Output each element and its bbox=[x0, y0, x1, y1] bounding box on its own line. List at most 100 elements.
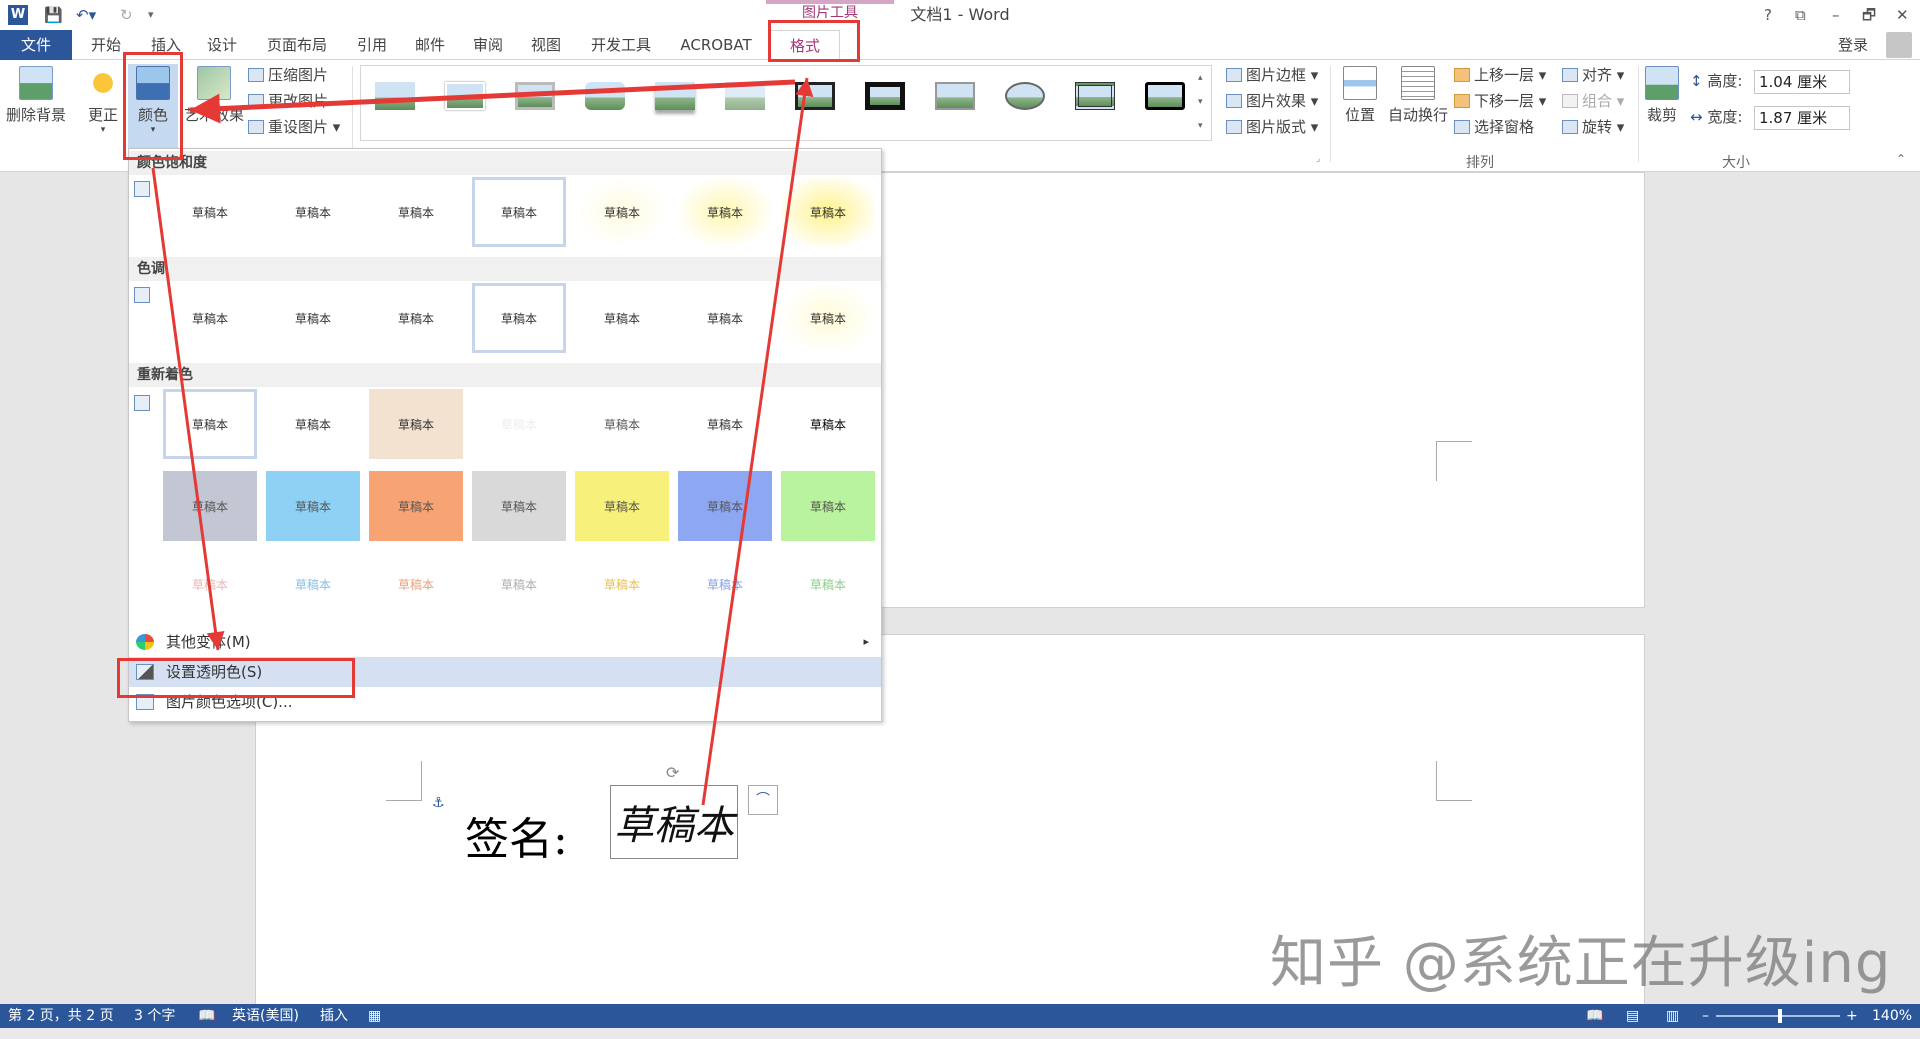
read-mode-icon[interactable]: 📖 bbox=[1586, 1004, 1603, 1028]
tab-home[interactable]: 开始 bbox=[84, 30, 128, 60]
picture-styles-gallery[interactable] bbox=[360, 65, 1212, 141]
recolor-swatch[interactable]: 草稿本 bbox=[163, 389, 257, 459]
recolor-swatch[interactable]: 草稿本 bbox=[575, 471, 669, 541]
recolor-swatch[interactable]: 草稿本 bbox=[575, 389, 669, 459]
recolor-swatch[interactable]: 草稿本 bbox=[472, 549, 566, 619]
recolor-swatch[interactable]: 草稿本 bbox=[266, 471, 360, 541]
saturation-swatch[interactable]: 草稿本 bbox=[575, 177, 669, 247]
customize-qat-icon[interactable]: ▾ bbox=[148, 4, 154, 26]
remove-background-button[interactable]: 删除背景 bbox=[4, 66, 68, 125]
selection-pane-button[interactable]: 选择窗格 bbox=[1454, 116, 1534, 138]
tone-swatch[interactable]: 草稿本 bbox=[472, 283, 566, 353]
bring-forward-button[interactable]: 上移一层 ▾ bbox=[1454, 64, 1546, 86]
picture-style-thumb[interactable] bbox=[651, 78, 699, 118]
web-layout-icon[interactable]: ▥ bbox=[1666, 1004, 1679, 1028]
send-backward-button[interactable]: 下移一层 ▾ bbox=[1454, 90, 1546, 112]
picture-style-thumb[interactable] bbox=[511, 78, 559, 118]
tone-swatch[interactable]: 草稿本 bbox=[369, 283, 463, 353]
zoom-out-icon[interactable]: – bbox=[1702, 1004, 1709, 1028]
recolor-swatch[interactable]: 草稿本 bbox=[678, 549, 772, 619]
set-transparent-color-item[interactable]: 设置透明色(S) bbox=[129, 657, 881, 687]
recolor-swatch[interactable]: 草稿本 bbox=[369, 389, 463, 459]
word-count[interactable]: 3 个字 bbox=[134, 1004, 175, 1028]
compress-pictures-button[interactable]: 压缩图片 bbox=[248, 64, 328, 86]
restore-icon[interactable]: 🗗 bbox=[1862, 4, 1876, 26]
picture-style-thumb[interactable] bbox=[721, 78, 769, 118]
saturation-swatch[interactable]: 草稿本 bbox=[369, 177, 463, 247]
rotate-handle-icon[interactable]: ⟳ bbox=[666, 763, 679, 782]
tab-acrobat[interactable]: ACROBAT bbox=[674, 30, 758, 60]
height-input[interactable]: 1.04 厘米 bbox=[1754, 70, 1850, 94]
recolor-swatch[interactable]: 草稿本 bbox=[472, 389, 566, 459]
proofing-icon[interactable]: 📖 bbox=[198, 1004, 215, 1028]
picture-border-button[interactable]: 图片边框 ▾ bbox=[1226, 64, 1318, 86]
recolor-swatch[interactable]: 草稿本 bbox=[781, 471, 875, 541]
zoom-level[interactable]: 140% bbox=[1872, 1004, 1912, 1028]
rotate-button[interactable]: 旋转 ▾ bbox=[1562, 116, 1624, 138]
saturation-swatch[interactable]: 草稿本 bbox=[678, 177, 772, 247]
tone-swatch[interactable]: 草稿本 bbox=[678, 283, 772, 353]
zoom-in-icon[interactable]: + bbox=[1846, 1004, 1858, 1028]
zoom-slider-thumb[interactable] bbox=[1778, 1009, 1782, 1023]
tab-format[interactable]: 格式 bbox=[770, 30, 840, 61]
picture-style-thumb[interactable] bbox=[1141, 78, 1189, 118]
save-icon[interactable]: 💾 bbox=[44, 4, 63, 26]
saturation-swatch[interactable]: 草稿本 bbox=[163, 177, 257, 247]
tab-file[interactable]: 文件 bbox=[0, 30, 72, 60]
recolor-swatch[interactable]: 草稿本 bbox=[781, 549, 875, 619]
picture-style-thumb[interactable] bbox=[371, 78, 419, 118]
recolor-swatch[interactable]: 草稿本 bbox=[266, 549, 360, 619]
ribbon-display-icon[interactable]: ⧉ bbox=[1795, 4, 1806, 26]
language[interactable]: 英语(美国) bbox=[232, 1004, 299, 1028]
recolor-swatch[interactable]: 草稿本 bbox=[266, 389, 360, 459]
saturation-swatch[interactable]: 草稿本 bbox=[472, 177, 566, 247]
insert-mode[interactable]: 插入 bbox=[320, 1004, 348, 1028]
tab-page-layout[interactable]: 页面布局 bbox=[262, 30, 332, 60]
close-icon[interactable]: ✕ bbox=[1896, 4, 1909, 26]
reset-picture-button[interactable]: 重设图片 ▾ bbox=[248, 116, 340, 138]
recolor-swatch[interactable]: 草稿本 bbox=[369, 471, 463, 541]
tab-mailings[interactable]: 邮件 bbox=[408, 30, 452, 60]
picture-style-thumb[interactable] bbox=[931, 78, 979, 118]
color-button[interactable]: 颜色 ▾ bbox=[128, 64, 178, 158]
tone-swatch[interactable]: 草稿本 bbox=[163, 283, 257, 353]
picture-style-thumb[interactable] bbox=[581, 78, 629, 118]
recolor-swatch[interactable]: 草稿本 bbox=[575, 549, 669, 619]
recolor-swatch[interactable]: 草稿本 bbox=[678, 389, 772, 459]
undo-icon[interactable]: ↶▾ bbox=[76, 4, 96, 26]
picture-style-thumb[interactable] bbox=[1001, 78, 1049, 118]
minimize-icon[interactable]: – bbox=[1832, 4, 1840, 26]
picture-color-options-item[interactable]: 图片颜色选项(C)... bbox=[129, 687, 881, 717]
word-app-icon[interactable]: W bbox=[8, 5, 28, 25]
recolor-swatch[interactable]: 草稿本 bbox=[472, 471, 566, 541]
recolor-swatch[interactable]: 草稿本 bbox=[781, 389, 875, 459]
recolor-swatch[interactable]: 草稿本 bbox=[163, 471, 257, 541]
width-input[interactable]: 1.87 厘米 bbox=[1754, 106, 1850, 130]
recolor-swatch[interactable]: 草稿本 bbox=[678, 471, 772, 541]
collapse-ribbon-icon[interactable]: ⌃ bbox=[1896, 152, 1906, 166]
saturation-swatch[interactable]: 草稿本 bbox=[781, 177, 875, 247]
gallery-scroll-icon[interactable]: ▴▾▾ bbox=[1198, 66, 1203, 138]
print-layout-icon[interactable]: ▤ bbox=[1626, 1004, 1639, 1028]
crop-button[interactable]: 裁剪 bbox=[1644, 66, 1680, 125]
more-variations-item[interactable]: 其他变体(M) ▸ bbox=[129, 627, 881, 657]
recolor-swatch[interactable]: 草稿本 bbox=[163, 549, 257, 619]
page-count[interactable]: 第 2 页，共 2 页 bbox=[8, 1004, 114, 1028]
user-icon[interactable] bbox=[1886, 32, 1912, 58]
saturation-swatch[interactable]: 草稿本 bbox=[266, 177, 360, 247]
wrap-text-button[interactable]: 自动换行 bbox=[1384, 66, 1452, 125]
position-button[interactable]: 位置 bbox=[1340, 66, 1380, 125]
tab-design[interactable]: 设计 bbox=[200, 30, 244, 60]
change-picture-button[interactable]: 更改图片 bbox=[248, 90, 328, 112]
tab-developer[interactable]: 开发工具 bbox=[586, 30, 656, 60]
artistic-effects-button[interactable]: 艺术效果 bbox=[182, 66, 246, 125]
recolor-swatch[interactable]: 草稿本 bbox=[369, 549, 463, 619]
tone-swatch[interactable]: 草稿本 bbox=[575, 283, 669, 353]
macro-icon[interactable]: ▦ bbox=[368, 1004, 381, 1028]
signature-image[interactable]: 草稿本 bbox=[610, 785, 738, 859]
dialog-launcher-icon[interactable]: ⌟ bbox=[1316, 154, 1320, 164]
tone-swatch[interactable]: 草稿本 bbox=[266, 283, 360, 353]
sign-in-link[interactable]: 登录 bbox=[1838, 30, 1868, 60]
group-button[interactable]: 组合 ▾ bbox=[1562, 90, 1624, 112]
picture-layout-button[interactable]: 图片版式 ▾ bbox=[1226, 116, 1318, 138]
